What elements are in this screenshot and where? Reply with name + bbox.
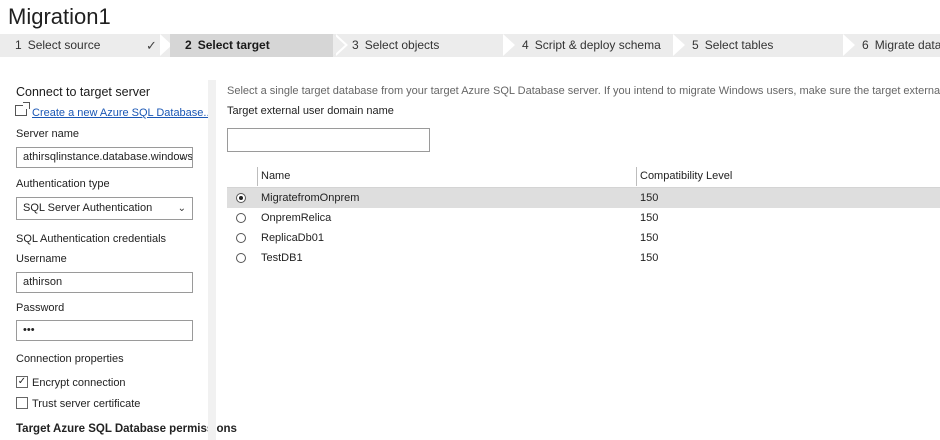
step-migrate-data[interactable]: 6 Migrate data (847, 34, 940, 57)
new-window-icon (15, 102, 30, 116)
server-name-label: Server name (16, 128, 79, 140)
step-select-target[interactable]: 2 Select target (170, 34, 333, 57)
pane-splitter[interactable] (208, 80, 216, 440)
step-label: Migrate data (874, 38, 940, 52)
permissions-header: Target Azure SQL Database permissions (16, 423, 237, 435)
encrypt-connection-checkbox[interactable]: ✓ (16, 376, 28, 388)
create-database-link[interactable]: Create a new Azure SQL Database... (32, 107, 213, 119)
row-radio[interactable] (236, 193, 246, 203)
database-name: OnpremRelica (261, 212, 332, 224)
step-label: Select tables (704, 38, 774, 52)
grid-header: Name Compatibility Level (227, 166, 940, 188)
table-row[interactable]: ReplicaDb01 150 (227, 228, 940, 248)
step-number: 3 (352, 38, 359, 52)
checkmark-icon: ✓ (146, 38, 157, 53)
database-name: TestDB1 (261, 252, 303, 264)
step-number: 5 (692, 38, 699, 52)
table-row[interactable]: OnpremRelica 150 (227, 208, 940, 228)
username-value: athirson (23, 276, 63, 288)
compatibility-level: 150 (640, 232, 659, 244)
wizard-steps: 1 Select source ✓ 2 Select target 3 Select … (0, 34, 940, 57)
trust-certificate-label: Trust server certificate (32, 398, 141, 410)
step-script-deploy-schema[interactable]: 4 Script & deploy schema (507, 34, 677, 57)
step-select-objects[interactable]: 3 Select objects (337, 34, 507, 57)
step-number: 6 (862, 38, 869, 52)
username-input[interactable]: athirson (16, 272, 193, 293)
column-separator[interactable] (257, 167, 258, 186)
trust-certificate-checkbox[interactable] (16, 397, 28, 409)
encrypt-connection-label: Encrypt connection (32, 377, 126, 389)
step-label: Select source (27, 38, 101, 52)
table-row[interactable]: MigratefromOnprem 150 (227, 188, 940, 208)
step-label: Select target (197, 38, 270, 52)
domain-name-input[interactable] (227, 128, 430, 152)
row-radio[interactable] (236, 233, 246, 243)
table-row[interactable]: TestDB1 150 (227, 248, 940, 268)
database-grid: Name Compatibility Level MigratefromOnpr… (227, 166, 940, 268)
step-select-tables[interactable]: 5 Select tables (677, 34, 847, 57)
chevron-down-icon: ⌄ (177, 152, 186, 163)
auth-type-value: SQL Server Authentication (23, 202, 153, 214)
database-name: MigratefromOnprem (261, 192, 360, 204)
compatibility-level: 150 (640, 212, 659, 224)
page-title: Migration1 (8, 4, 111, 29)
auth-type-select[interactable]: SQL Server Authentication ⌄ (16, 197, 193, 220)
connection-properties-header: Connection properties (16, 353, 124, 365)
password-input[interactable]: ••• (16, 320, 193, 341)
column-header-name[interactable]: Name (261, 170, 290, 182)
database-name: ReplicaDb01 (261, 232, 324, 244)
auth-type-label: Authentication type (16, 178, 110, 190)
compatibility-level: 150 (640, 252, 659, 264)
step-number: 4 (522, 38, 529, 52)
server-name-select[interactable]: athirsqlinstance.database.windows.ne ⌄ (16, 147, 193, 168)
column-separator[interactable] (636, 167, 637, 186)
domain-name-label: Target external user domain name (227, 105, 394, 117)
step-select-source[interactable]: 1 Select source (0, 34, 170, 57)
step-number: 2 (185, 38, 192, 52)
step-label: Select objects (364, 38, 440, 52)
step-number: 1 (15, 38, 22, 52)
column-header-compatibility[interactable]: Compatibility Level (640, 170, 732, 182)
server-name-value: athirsqlinstance.database.windows.ne (23, 151, 193, 163)
password-label: Password (16, 302, 65, 314)
compatibility-level: 150 (640, 192, 659, 204)
password-value: ••• (23, 324, 35, 336)
connect-header: Connect to target server (16, 85, 151, 99)
step-label: Script & deploy schema (534, 38, 661, 52)
chevron-down-icon: ⌄ (177, 203, 186, 214)
username-label: Username (16, 253, 67, 265)
row-radio[interactable] (236, 213, 246, 223)
target-description: Select a single target database from you… (227, 85, 940, 97)
row-radio[interactable] (236, 253, 246, 263)
credentials-header: SQL Authentication credentials (16, 233, 167, 245)
